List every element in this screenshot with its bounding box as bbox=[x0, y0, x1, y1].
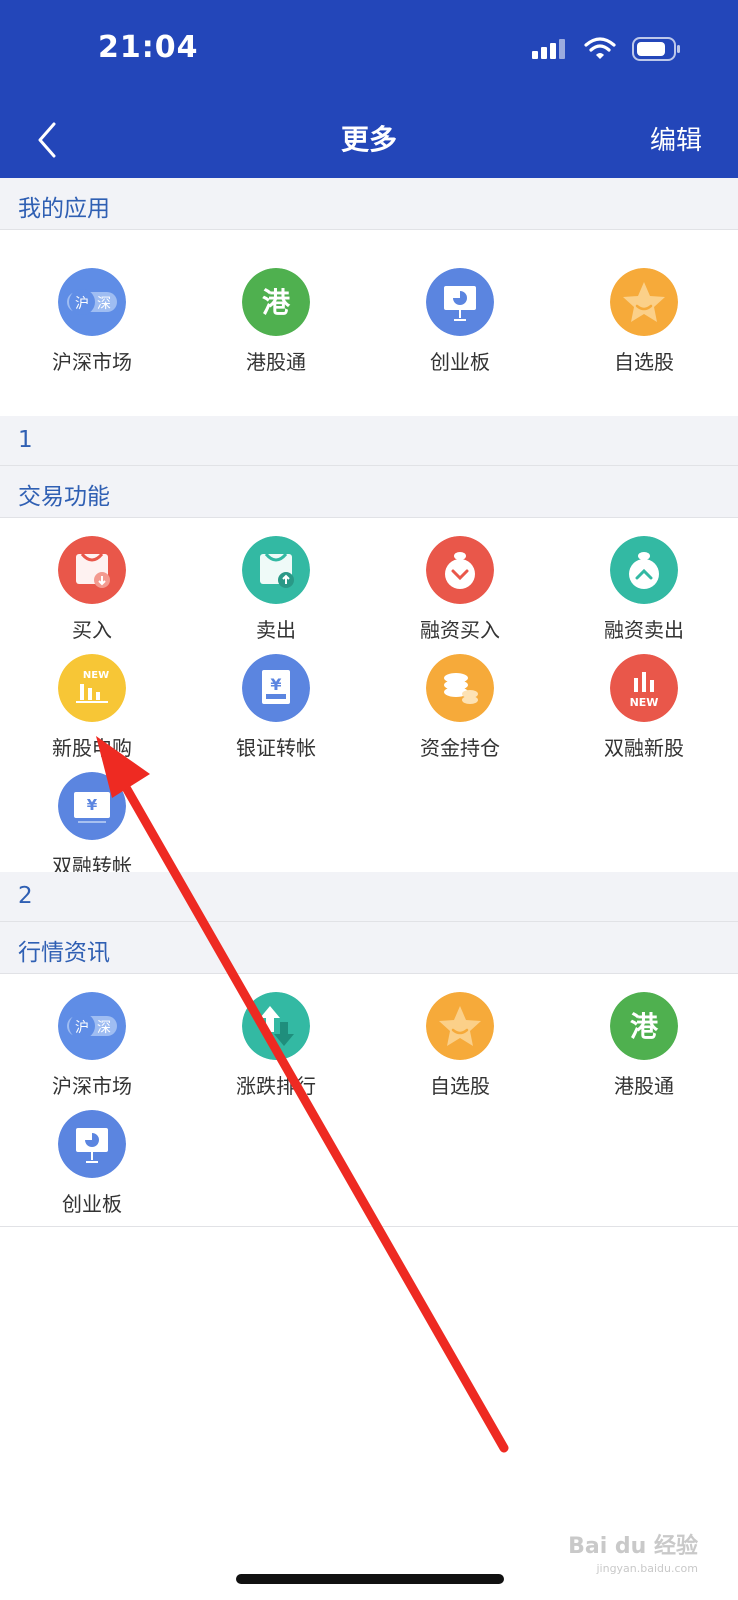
app-ganggutong-2[interactable]: 港 港股通 bbox=[552, 992, 736, 1099]
star-icon bbox=[426, 992, 494, 1060]
gang-icon: 港 bbox=[242, 268, 310, 336]
svg-text:深: 深 bbox=[97, 296, 111, 312]
presentation-icon bbox=[426, 268, 494, 336]
app-margin-sell[interactable]: 融资卖出 bbox=[552, 536, 736, 643]
section-header-my-apps: 我的应用 bbox=[0, 178, 738, 230]
app-label: 新股申购 bbox=[52, 736, 132, 760]
app-label: 卖出 bbox=[256, 618, 296, 642]
app-chuangyeban-2[interactable]: 创业板 bbox=[0, 1110, 184, 1217]
moneybag-down-icon bbox=[426, 536, 494, 604]
baidu-watermark-url: jingyan.baidu.com bbox=[596, 1562, 698, 1575]
app-favorites[interactable]: 自选股 bbox=[552, 268, 736, 375]
hushen-icon: 沪 深 bbox=[58, 992, 126, 1060]
svg-text:港: 港 bbox=[630, 1010, 659, 1043]
svg-text:¥: ¥ bbox=[270, 675, 281, 694]
edit-button[interactable]: 编辑 bbox=[650, 120, 702, 157]
app-margin-buy[interactable]: 融资买入 bbox=[368, 536, 552, 643]
group-number: 2 bbox=[18, 883, 33, 909]
app-label: 港股通 bbox=[246, 350, 306, 374]
app-label: 创业板 bbox=[430, 350, 490, 374]
svg-text:NEW: NEW bbox=[630, 696, 659, 709]
app-label: 港股通 bbox=[614, 1074, 674, 1098]
wifi-icon bbox=[584, 37, 616, 59]
section-header-trading: 交易功能 bbox=[0, 466, 738, 518]
group-number-2: 2 bbox=[0, 872, 738, 922]
app-favorites-2[interactable]: 自选股 bbox=[368, 992, 552, 1099]
section-title: 交易功能 bbox=[18, 484, 110, 510]
app-label: 双融新股 bbox=[604, 736, 684, 760]
section-title: 行情资讯 bbox=[18, 940, 110, 966]
svg-text:¥: ¥ bbox=[87, 796, 98, 814]
app-ipo-subscribe[interactable]: NEW 新股申购 bbox=[0, 654, 184, 761]
home-indicator[interactable] bbox=[236, 1574, 504, 1584]
hushen-icon: 沪 深 bbox=[58, 268, 126, 336]
app-label: 买入 bbox=[72, 618, 112, 642]
section-header-market: 行情资讯 bbox=[0, 922, 738, 974]
coins-icon bbox=[426, 654, 494, 722]
app-hushen-market-2[interactable]: 沪 深 沪深市场 bbox=[0, 992, 184, 1099]
app-rankings[interactable]: 涨跌排行 bbox=[184, 992, 368, 1099]
yen-screen-icon: ¥ bbox=[58, 772, 126, 840]
bag-down-icon bbox=[58, 536, 126, 604]
app-bank-transfer[interactable]: ¥ 银证转帐 bbox=[184, 654, 368, 761]
app-label: 资金持仓 bbox=[420, 736, 500, 760]
moneybag-up-icon bbox=[610, 536, 678, 604]
my-apps-grid: 沪 深 沪深市场 港 港股通 创业板 自选股 bbox=[0, 230, 738, 416]
group-number: 1 bbox=[18, 427, 33, 453]
app-label: 融资卖出 bbox=[604, 618, 684, 642]
gang-icon: 港 bbox=[610, 992, 678, 1060]
svg-text:NEW: NEW bbox=[83, 670, 109, 681]
app-dual-transfer[interactable]: ¥ 双融转帐 bbox=[0, 772, 184, 879]
baidu-watermark: Bai du 经验 bbox=[568, 1534, 698, 1559]
bottom-divider bbox=[0, 1226, 738, 1227]
app-label: 涨跌排行 bbox=[236, 1074, 316, 1098]
yen-card-icon: ¥ bbox=[242, 654, 310, 722]
app-label: 银证转帐 bbox=[236, 736, 316, 760]
app-label: 创业板 bbox=[62, 1192, 122, 1216]
app-label: 融资买入 bbox=[420, 618, 500, 642]
svg-text:港: 港 bbox=[262, 286, 291, 319]
app-label: 沪深市场 bbox=[52, 1074, 132, 1098]
app-label: 自选股 bbox=[430, 1074, 490, 1098]
app-label: 自选股 bbox=[614, 350, 674, 374]
presentation-icon bbox=[58, 1110, 126, 1178]
page-title: 更多 bbox=[340, 123, 397, 156]
new-bars-icon: NEW bbox=[610, 654, 678, 722]
updown-icon bbox=[242, 992, 310, 1060]
market-grid: 沪 深 沪深市场 涨跌排行 自选股 港 港股通 创业板 bbox=[0, 974, 738, 1224]
svg-text:深: 深 bbox=[97, 1020, 111, 1036]
section-title: 我的应用 bbox=[18, 196, 110, 222]
status-icons bbox=[532, 36, 682, 62]
battery-icon bbox=[632, 37, 680, 61]
star-icon bbox=[610, 268, 678, 336]
trading-grid: 买入 卖出 融资买入 融资卖出 NEW 新股申购 ¥ 银证转帐 资金持仓 NEW… bbox=[0, 518, 738, 880]
signal-icon bbox=[532, 39, 565, 59]
new-chart-icon: NEW bbox=[58, 654, 126, 722]
top-header: 21:04 更多 编辑 bbox=[0, 0, 738, 178]
app-label: 沪深市场 bbox=[52, 350, 132, 374]
app-buy[interactable]: 买入 bbox=[0, 536, 184, 643]
group-number-1: 1 bbox=[0, 416, 738, 466]
svg-text:沪: 沪 bbox=[75, 1020, 89, 1036]
bag-up-icon bbox=[242, 536, 310, 604]
app-ganggutong[interactable]: 港 港股通 bbox=[184, 268, 368, 375]
status-time: 21:04 bbox=[98, 30, 199, 65]
app-funds-positions[interactable]: 资金持仓 bbox=[368, 654, 552, 761]
svg-text:沪: 沪 bbox=[75, 296, 89, 312]
app-sell[interactable]: 卖出 bbox=[184, 536, 368, 643]
app-chuangyeban[interactable]: 创业板 bbox=[368, 268, 552, 375]
app-dual-ipo[interactable]: NEW 双融新股 bbox=[552, 654, 736, 761]
app-hushen-market[interactable]: 沪 深 沪深市场 bbox=[0, 268, 184, 375]
